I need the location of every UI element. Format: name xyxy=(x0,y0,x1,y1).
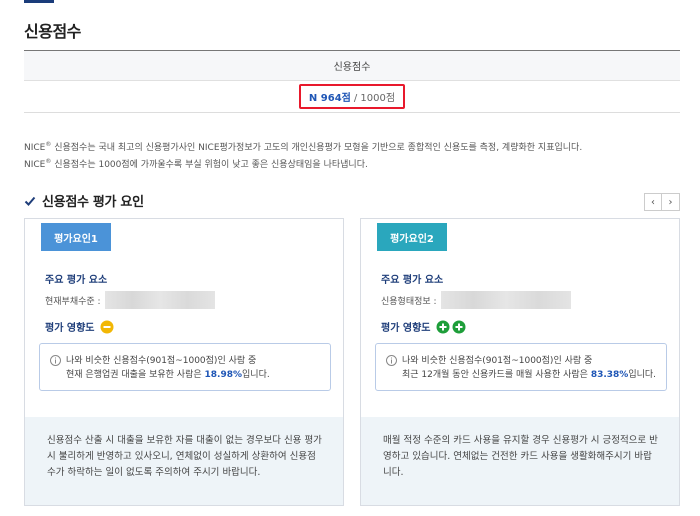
impact-row: 평가 영향도 xyxy=(45,319,114,334)
description-line-2: NICE® 신용점수는 1000점에 가까울수록 부실 위험이 낮고 좋은 신용… xyxy=(24,158,368,170)
factor-subtitle: 주요 평가 요소 xyxy=(45,275,108,286)
neutral-minus-icon xyxy=(100,320,114,333)
next-button[interactable]: › xyxy=(662,193,680,211)
info-box: 나와 비슷한 신용점수(901점~1000점)인 사람 중 현재 은행업권 대출… xyxy=(39,343,331,391)
impact-icons xyxy=(436,320,466,334)
check-icon xyxy=(24,196,36,206)
score-description: NICE® 신용점수는 국내 최고의 신용평가사인 NICE평가정보가 고도의 … xyxy=(24,138,582,172)
field-label: 신용형태정보 : xyxy=(381,296,437,307)
positive-plus-icon xyxy=(436,320,450,333)
description-line-1: NICE® 신용점수는 국내 최고의 신용평가사인 NICE평가정보가 고도의 … xyxy=(24,141,583,153)
info-icon xyxy=(386,355,397,366)
factor-field: 신용형태정보 : xyxy=(381,291,571,309)
title-accent-bar xyxy=(24,0,54,3)
info-highlight: 18.98% xyxy=(204,370,243,380)
info-line-1: 나와 비슷한 신용점수(901점~1000점)인 사람 중 xyxy=(402,356,593,366)
factor-card-2: 평가요인2 주요 평가 요소 신용형태정보 : 평가 영향도 나와 비슷한 신용… xyxy=(360,218,680,506)
info-line-2: 현재 은행업권 대출을 보유한 사람은 18.98%입니다. xyxy=(66,370,270,380)
factor-badge: 평가요인2 xyxy=(377,223,447,251)
factor-footer: 매월 적정 수준의 카드 사용을 유지할 경우 신용평가 시 긍정적으로 반영하… xyxy=(361,417,679,505)
impact-label: 평가 영향도 xyxy=(45,323,95,334)
page-title: 신용점수 xyxy=(24,22,81,41)
score-highlight-box: N 964점 / 1000점 xyxy=(298,84,406,109)
factor-badge: 평가요인1 xyxy=(41,223,111,251)
factor-field: 현재부채수준 : xyxy=(45,291,215,309)
prev-button[interactable]: ‹ xyxy=(644,193,662,211)
info-line-2: 최근 12개월 동안 신용카드를 매월 사용한 사람은 83.38%입니다. xyxy=(402,370,657,380)
field-label: 현재부채수준 : xyxy=(45,296,101,307)
positive-plus-icon xyxy=(452,320,466,333)
factor-card-1: 평가요인1 주요 평가 요소 현재부채수준 : 평가 영향도 나와 비슷한 신용… xyxy=(24,218,344,506)
masked-value xyxy=(440,291,571,309)
section-header: 신용점수 평가 요인 xyxy=(24,191,144,210)
impact-label: 평가 영향도 xyxy=(381,323,431,334)
masked-value xyxy=(104,291,215,309)
factor-subtitle: 주요 평가 요소 xyxy=(381,275,444,286)
section-title: 신용점수 평가 요인 xyxy=(42,195,144,210)
impact-row: 평가 영향도 xyxy=(381,319,466,334)
info-box: 나와 비슷한 신용점수(901점~1000점)인 사람 중 최근 12개월 동안… xyxy=(375,343,667,391)
info-line-1: 나와 비슷한 신용점수(901점~1000점)인 사람 중 xyxy=(66,356,257,366)
score-table-body: N 964점 / 1000점 xyxy=(24,81,680,112)
score-table: 신용점수 N 964점 / 1000점 xyxy=(24,50,680,113)
info-icon xyxy=(50,355,61,366)
factor-footer: 신용점수 산출 시 대출을 보유한 자를 대출이 없는 경우보다 신용 평가 시… xyxy=(25,417,343,505)
score-table-header: 신용점수 xyxy=(24,51,680,81)
score-value: N 964점 xyxy=(308,93,351,104)
carousel-nav: ‹ › xyxy=(644,193,680,211)
score-total: / 1000점 xyxy=(353,93,396,104)
info-highlight: 83.38% xyxy=(590,370,629,380)
